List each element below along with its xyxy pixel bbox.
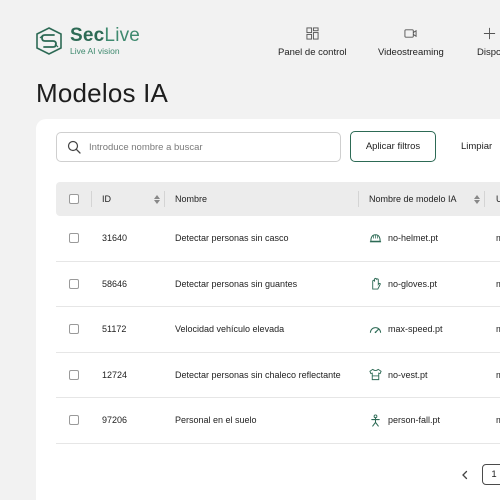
- row-select-cell: [69, 415, 79, 426]
- row-id: 51172: [102, 324, 127, 335]
- models-card: Aplicar filtros Limpiar ID Nombre Nombre…: [36, 119, 500, 500]
- column-header-extra[interactable]: U: [496, 194, 500, 204]
- logo[interactable]: SecLive Live AI vision: [34, 26, 140, 56]
- search-input[interactable]: [89, 141, 329, 153]
- chevron-left-icon[interactable]: [460, 470, 470, 480]
- row-name: Detectar personas sin casco: [175, 233, 289, 244]
- table-row[interactable]: 97206 Personal en el suelo person-fall.p…: [56, 398, 500, 444]
- row-model: no-vest.pt: [369, 368, 428, 381]
- brand-name-bold: Sec: [70, 25, 105, 47]
- dashboard-icon: [306, 27, 319, 40]
- nav-label: Dispo: [477, 47, 500, 58]
- row-extra: m: [496, 278, 500, 289]
- row-model-file: max-speed.pt: [388, 324, 443, 335]
- sort-icon: [154, 194, 160, 204]
- nav-label: Videostreaming: [378, 47, 444, 58]
- table-row[interactable]: 31640 Detectar personas sin casco no-hel…: [56, 216, 500, 262]
- row-model: max-speed.pt: [369, 323, 443, 336]
- row-name: Detectar personas sin guantes: [175, 278, 298, 289]
- select-all-checkbox[interactable]: [69, 194, 79, 204]
- sort-id-control[interactable]: [148, 194, 160, 204]
- row-id: 31640: [102, 233, 128, 244]
- brand-tagline: Live AI vision: [70, 46, 120, 57]
- row-model-file: no-gloves.pt: [388, 278, 438, 289]
- nav-item-panel-de-control[interactable]: Panel de control: [278, 27, 347, 58]
- speedometer-icon: [369, 326, 382, 333]
- row-checkbox[interactable]: [69, 278, 79, 289]
- row-model: person-fall.pt: [369, 414, 440, 427]
- row-model: no-helmet.pt: [369, 232, 438, 245]
- glove-icon: [372, 278, 381, 290]
- column-divider: [484, 191, 485, 207]
- row-model-file: person-fall.pt: [388, 415, 441, 426]
- brand-name-light: Live: [104, 25, 141, 47]
- row-checkbox[interactable]: [69, 233, 79, 244]
- page-title: Modelos IA: [36, 78, 169, 108]
- column-header-name[interactable]: Nombre: [175, 194, 207, 204]
- column-header-label: ID: [102, 194, 111, 204]
- row-model-file: no-helmet.pt: [388, 233, 439, 244]
- sort-icon: [474, 194, 480, 204]
- helmet-icon: [369, 234, 382, 243]
- column-divider: [358, 191, 359, 207]
- models-table: ID Nombre Nombre de modelo IA U 31640 De…: [56, 182, 500, 444]
- column-header-id[interactable]: ID: [102, 194, 111, 204]
- table-row[interactable]: 58646 Detectar personas sin guantes no-g…: [56, 262, 500, 307]
- table-row[interactable]: 51172 Velocidad vehículo elevada max-spe…: [56, 307, 500, 353]
- column-divider: [91, 191, 92, 207]
- sort-model-control[interactable]: [468, 194, 480, 204]
- nav-item-videostreaming[interactable]: Videostreaming: [378, 27, 444, 58]
- row-checkbox[interactable]: [69, 369, 79, 380]
- select-all-cell: [69, 194, 79, 204]
- row-extra: m: [496, 324, 500, 335]
- row-checkbox[interactable]: [69, 324, 79, 335]
- search-box[interactable]: [56, 132, 341, 162]
- row-model-file: no-vest.pt: [388, 369, 428, 380]
- brand-name: SecLive: [70, 26, 140, 45]
- row-extra: m: [496, 233, 500, 244]
- top-bar: SecLive Live AI vision Panel de control …: [0, 0, 500, 70]
- row-select-cell: [69, 233, 79, 244]
- row-select-cell: [69, 369, 79, 380]
- column-header-label: Nombre de modelo IA: [369, 194, 457, 204]
- row-extra: m: [496, 369, 500, 380]
- row-extra: m: [496, 415, 500, 426]
- seclive-logo-icon: [36, 27, 62, 55]
- row-name: Personal en el suelo: [175, 415, 257, 426]
- table-header: ID Nombre Nombre de modelo IA U: [56, 182, 500, 216]
- column-header-model[interactable]: Nombre de modelo IA: [369, 194, 457, 204]
- video-camera-icon: [404, 29, 417, 38]
- apply-filters-button[interactable]: Aplicar filtros: [350, 131, 436, 162]
- column-header-label: Nombre: [175, 194, 208, 204]
- column-divider: [164, 191, 165, 207]
- column-header-label: U: [496, 194, 500, 204]
- nav-label: Panel de control: [278, 47, 347, 58]
- row-checkbox[interactable]: [69, 415, 79, 426]
- row-model: no-gloves.pt: [369, 277, 437, 290]
- devices-icon: [483, 27, 495, 40]
- table-row[interactable]: 12724 Detectar personas sin chaleco refl…: [56, 353, 500, 398]
- clear-filters-button[interactable]: Limpiar: [451, 131, 500, 162]
- row-id: 58646: [102, 278, 128, 289]
- row-id: 12724: [102, 369, 128, 380]
- vest-icon: [369, 369, 382, 381]
- row-select-cell: [69, 324, 79, 335]
- search-icon: [67, 140, 81, 154]
- nav-item-dispositivos[interactable]: Dispo: [477, 27, 500, 58]
- pagination: 1: [460, 464, 500, 485]
- brand-text: SecLive Live AI vision: [70, 26, 140, 56]
- page-button-current[interactable]: 1: [482, 464, 500, 485]
- row-select-cell: [69, 278, 79, 289]
- row-name: Detectar personas sin chaleco reflectant…: [175, 369, 341, 380]
- row-id: 97206: [102, 415, 128, 426]
- row-name: Velocidad vehículo elevada: [175, 324, 285, 335]
- person-fall-icon: [371, 414, 380, 427]
